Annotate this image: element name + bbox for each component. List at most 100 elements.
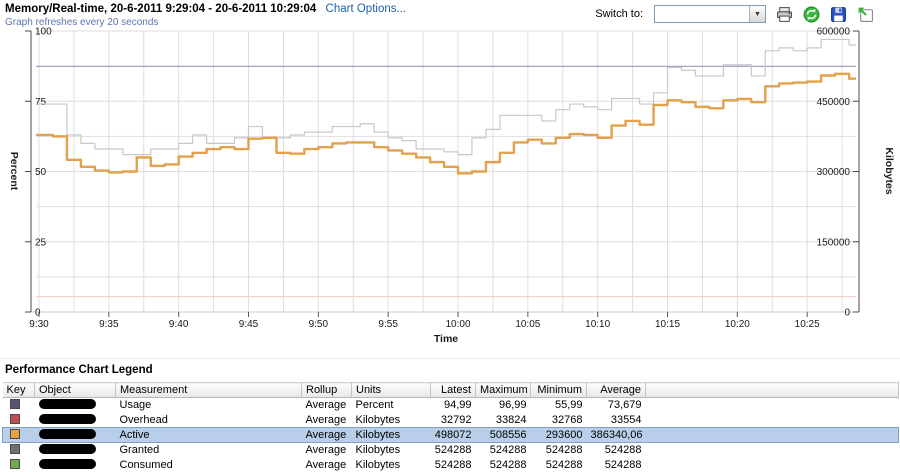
chart-header: Memory/Real-time, 20-6-2011 9:29:04 - 20… — [5, 3, 406, 28]
average-cell: 524288 — [587, 458, 646, 472]
series-active-line — [36, 74, 856, 174]
x-axis-tick-label: 9:45 — [239, 319, 259, 330]
object-redacted-blob — [39, 459, 96, 469]
x-axis-tick-label: 10:00 — [445, 319, 470, 330]
object-cell — [35, 458, 116, 472]
units-cell: Kilobytes — [352, 458, 431, 472]
x-axis-tick-label: 9:30 — [29, 319, 49, 330]
legend-row-usage[interactable]: UsageAveragePercent94,9996,9955,9973,679 — [3, 398, 899, 413]
units-cell: Kilobytes — [352, 413, 431, 428]
column-header-measurement: Measurement — [116, 383, 302, 398]
legend-row-overhead[interactable]: OverheadAverageKilobytes3279233824327683… — [3, 413, 899, 428]
left-axis-title: Percent — [8, 152, 20, 191]
x-axis-tick-label: 10:15 — [655, 319, 680, 330]
column-header-minimum: Minimum — [531, 383, 587, 398]
chart-toolbar: Switch to: ▼ — [595, 5, 874, 23]
x-axis-tick-label: 10:25 — [795, 319, 820, 330]
column-header-key: Key — [3, 383, 35, 398]
right-axis-tick-label: 600000 — [817, 27, 851, 38]
units-cell: Kilobytes — [352, 428, 431, 443]
chart-options-link[interactable]: Chart Options... — [326, 3, 407, 15]
key-swatch — [3, 443, 35, 458]
measurement-cell: Consumed — [116, 458, 302, 472]
legend-row-active[interactable]: ActiveAverageKilobytes498072508556293600… — [3, 428, 899, 443]
maximum-cell: 524288 — [476, 458, 531, 472]
minimum-cell: 293600 — [531, 428, 587, 443]
measurement-cell: Granted — [116, 443, 302, 458]
column-header-maximum: Maximum — [476, 383, 531, 398]
object-cell — [35, 398, 116, 413]
legend-header-row: KeyObjectMeasurementRollupUnitsLatestMax… — [3, 383, 899, 398]
units-cell: Kilobytes — [352, 443, 431, 458]
average-cell: 524288 — [587, 443, 646, 458]
rollup-cell: Average — [302, 443, 352, 458]
rollup-cell: Average — [302, 458, 352, 472]
column-header-units: Units — [352, 383, 431, 398]
object-redacted-blob — [39, 444, 96, 454]
x-axis-tick-label: 10:10 — [585, 319, 610, 330]
average-cell: 73,679 — [587, 398, 646, 413]
right-axis-title: Kilobytes — [883, 147, 895, 194]
x-axis-tick-label: 9:55 — [378, 319, 398, 330]
refresh-icon — [803, 6, 820, 23]
x-axis-tick-label: 9:35 — [99, 319, 119, 330]
latest-cell: 524288 — [431, 443, 476, 458]
left-axis-tick-label: 50 — [35, 167, 47, 178]
minimum-cell: 55,99 — [531, 398, 587, 413]
object-redacted-blob — [39, 399, 96, 409]
key-swatch — [3, 428, 35, 443]
popup-chart-button[interactable] — [856, 5, 874, 23]
object-cell — [35, 443, 116, 458]
measurement-cell: Usage — [116, 398, 302, 413]
key-swatch — [3, 458, 35, 472]
x-axis-tick-label: 9:40 — [169, 319, 189, 330]
maximum-cell: 524288 — [476, 443, 531, 458]
legend-section: Performance Chart Legend KeyObjectMeasur… — [0, 358, 900, 472]
left-axis-tick-label: 25 — [35, 237, 47, 248]
latest-cell: 32792 — [431, 413, 476, 428]
left-axis-tick-label: 0 — [35, 308, 41, 319]
legend-row-consumed[interactable]: ConsumedAverageKilobytes5242885242885242… — [3, 458, 899, 472]
filler-cell — [646, 443, 899, 458]
right-axis-tick-label: 450000 — [817, 97, 851, 108]
column-header-latest: Latest — [431, 383, 476, 398]
latest-cell: 524288 — [431, 458, 476, 472]
rollup-cell: Average — [302, 398, 352, 413]
rollup-cell: Average — [302, 428, 352, 443]
maximum-cell: 508556 — [476, 428, 531, 443]
save-button[interactable] — [829, 5, 847, 23]
series-color-swatch — [10, 399, 20, 409]
page-title: Memory/Real-time, 20-6-2011 9:29:04 - 20… — [5, 3, 316, 15]
save-icon — [830, 6, 847, 23]
key-swatch — [3, 398, 35, 413]
legend-row-granted[interactable]: GrantedAverageKilobytes52428852428852428… — [3, 443, 899, 458]
key-swatch — [3, 413, 35, 428]
object-redacted-blob — [39, 414, 96, 424]
measurement-cell: Overhead — [116, 413, 302, 428]
legend-table: KeyObjectMeasurementRollupUnitsLatestMax… — [2, 382, 899, 472]
right-axis-tick-label: 150000 — [817, 237, 851, 248]
right-axis-tick-label: 0 — [844, 308, 850, 319]
right-axis-tick-label: 300000 — [817, 167, 851, 178]
left-axis-tick-label: 100 — [35, 27, 52, 38]
series-color-swatch — [10, 459, 20, 469]
latest-cell: 498072 — [431, 428, 476, 443]
print-button[interactable] — [775, 5, 793, 23]
column-header-rollup: Rollup — [302, 383, 352, 398]
filler-cell — [646, 458, 899, 472]
legend-table-body: UsageAveragePercent94,9996,9955,9973,679… — [3, 398, 899, 472]
object-redacted-blob — [39, 429, 96, 439]
maximum-cell: 33824 — [476, 413, 531, 428]
memory-performance-chart: 025507510001500003000004500006000009:309… — [0, 26, 900, 358]
series-color-swatch — [10, 429, 20, 439]
switch-to-select[interactable]: ▼ — [654, 5, 766, 23]
latest-cell: 94,99 — [431, 398, 476, 413]
maximum-cell: 96,99 — [476, 398, 531, 413]
switch-to-label: Switch to: — [595, 8, 643, 20]
popup-chart-icon — [857, 6, 874, 23]
legend-title: Performance Chart Legend — [5, 364, 900, 376]
object-cell — [35, 413, 116, 428]
column-header-average: Average — [587, 383, 646, 398]
x-axis-tick-label: 9:50 — [309, 319, 329, 330]
refresh-button[interactable] — [802, 5, 820, 23]
